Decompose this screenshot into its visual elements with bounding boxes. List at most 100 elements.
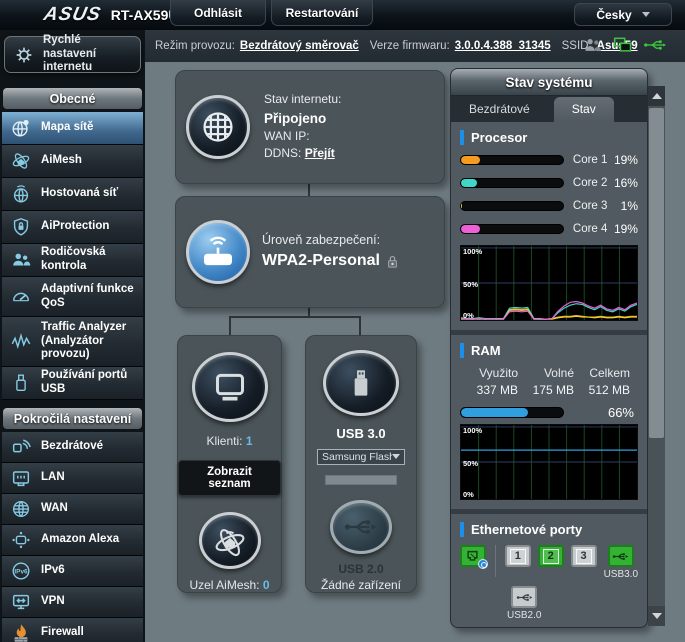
ethernet-ports-row-2: USB2.0 [507, 586, 638, 621]
lan-icon [8, 466, 34, 490]
aimesh-count-line: Uzel AiMesh: 0 [189, 578, 269, 592]
sidebar-item-parental-controls[interactable]: Rodičovská kontrola [2, 244, 143, 277]
router-admin-page: ASUS RT-AX59U Odhlásit Restartování Česk… [0, 0, 685, 642]
ram-total-value: 512 MB [578, 383, 634, 397]
core3-label: Core 3 [573, 200, 608, 213]
clients-icon[interactable] [583, 36, 603, 54]
core3-fill [461, 202, 462, 210]
ram-used-value: 337 MB [460, 383, 522, 397]
scrollbar-thumb[interactable] [649, 108, 664, 438]
sidebar-item-guest-network[interactable]: Hostovaná síť [2, 178, 143, 211]
usb-device-select[interactable]: Samsung Flash I [317, 449, 405, 465]
panel-scrollbar[interactable] [648, 86, 665, 626]
ddns-go-link[interactable]: Přejít [305, 146, 335, 160]
asus-logo: ASUS [42, 4, 103, 26]
ram-section: RAM Využito Volné Celkem 337 MB 175 MB 5… [451, 335, 647, 509]
lan-port-1-indicator: 1 [505, 545, 531, 567]
clients-count-line: Klienti: 1 [206, 434, 252, 448]
usb3-drive-icon[interactable] [323, 350, 399, 416]
internet-globe-badge-icon [478, 559, 488, 569]
vpn-icon [8, 590, 34, 614]
sidebar-item-label: Rodičovská kontrola [41, 246, 139, 274]
view-list-button[interactable]: Zobrazit seznam [178, 460, 281, 496]
clients-monitor-icon[interactable] [192, 352, 268, 422]
system-status-panel: Stav systému Bezdrátové Stav Procesor Co… [450, 68, 648, 628]
ethernet-title: Ethernetové porty [471, 522, 582, 537]
system-status-title: Stav systému [451, 69, 647, 96]
top-header: ASUS RT-AX59U Odhlásit Restartování Česk… [0, 0, 685, 30]
core2-label: Core 2 [573, 177, 608, 190]
aimesh-node-icon[interactable] [199, 512, 261, 569]
wired-client-icon[interactable] [613, 36, 633, 54]
reboot-button[interactable]: Restartování [271, 0, 373, 26]
cpu-graph-0-label: 0% [463, 311, 474, 320]
internet-status-value: Připojeno [264, 109, 341, 129]
sidebar-item-wireless[interactable]: Bezdrátové [2, 432, 143, 463]
cpu-section: Procesor Core 1 19% Core 2 16% [451, 122, 647, 330]
firmware-link[interactable]: 3.0.0.4.388_31345 [455, 40, 551, 52]
clients-label: Klienti: [206, 434, 242, 448]
sidebar-item-wan[interactable]: WAN [2, 494, 143, 525]
scroll-up-button[interactable] [648, 86, 665, 106]
usb2-port-icon[interactable] [330, 500, 392, 554]
sidebar-item-ipv6[interactable]: IPv6 IPv6 [2, 556, 143, 587]
security-value: WPA2-Personal [262, 249, 380, 273]
core2-pct: 16% [608, 176, 638, 190]
scroll-down-button[interactable] [648, 606, 665, 626]
aimesh-count: 0 [263, 578, 270, 592]
sidebar-item-traffic-analyzer[interactable]: Traffic Analyzer (Analyzátor provozu) [2, 317, 143, 367]
sidebar-item-firewall[interactable]: Firewall [2, 618, 143, 642]
tab-wireless[interactable]: Bezdrátové [459, 97, 540, 122]
ram-total-label: Celkem [578, 366, 634, 380]
internet-globe-icon[interactable] [186, 95, 250, 159]
internet-status-label: Stav internetu: [264, 91, 341, 108]
sidebar-item-label: Mapa sítě [41, 121, 93, 135]
network-map-icon [8, 116, 34, 140]
advanced-section-header: Pokročilá nastavení [3, 408, 142, 429]
firewall-flame-icon [8, 621, 34, 642]
logout-button[interactable]: Odhlásit [170, 0, 266, 26]
ddns-line: DDNS: Přejít [264, 145, 341, 162]
alexa-icon [8, 528, 34, 552]
sidebar-item-lan[interactable]: LAN [2, 463, 143, 494]
core4-pct: 19% [608, 222, 638, 236]
sidebar-item-amazon-alexa[interactable]: Amazon Alexa [2, 525, 143, 556]
mode-link[interactable]: Bezdrátový směrovač [240, 40, 359, 52]
router-icon[interactable] [186, 220, 250, 284]
aimesh-icon [8, 149, 34, 173]
sidebar-item-label: Adaptivní funkce QoS [41, 283, 139, 311]
core4-bar [460, 224, 564, 234]
chevron-down-icon [392, 454, 400, 459]
usb-device-icon[interactable] [643, 37, 667, 53]
brand: ASUS RT-AX59U [44, 4, 178, 26]
qos-gauge-icon [8, 285, 34, 309]
sidebar-item-aimesh[interactable]: AiMesh [2, 145, 143, 178]
core4-label: Core 4 [573, 223, 608, 236]
core-row: Core 3 1% [460, 199, 638, 213]
sidebar-item-vpn[interactable]: VPN [2, 587, 143, 618]
core2-fill [461, 179, 477, 187]
core1-fill [461, 156, 480, 164]
mode-label: Režim provozu: [155, 40, 235, 52]
ram-graph-0-label: 0% [463, 490, 474, 499]
sidebar-item-label: VPN [41, 595, 65, 609]
sidebar-item-usb-application[interactable]: Používání portů USB [2, 367, 143, 400]
sidebar-item-label: Traffic Analyzer (Analyzátor provozu) [41, 321, 139, 362]
quick-internet-setup-button[interactable]: Rychlé nastavení internetu [4, 36, 141, 73]
sidebar-item-network-map[interactable]: Mapa sítě [2, 112, 143, 145]
sidebar-item-label: AiProtection [41, 220, 109, 234]
cpu-graph-50-label: 50% [463, 280, 478, 289]
core1-pct: 19% [608, 153, 638, 167]
core4-fill [461, 225, 480, 233]
sidebar-item-qos[interactable]: Adaptivní funkce QoS [2, 277, 143, 317]
sidebar-item-aiprotection[interactable]: AiProtection [2, 211, 143, 244]
language-select[interactable]: Česky [574, 3, 672, 26]
wan-ip-line: WAN IP: [264, 128, 341, 145]
ipv6-icon: IPv6 [8, 559, 34, 583]
security-text: Úroveň zabezpečení: WPA2-Personal [262, 231, 399, 274]
tab-status[interactable]: Stav [554, 97, 614, 122]
general-section-header: Obecné [3, 88, 142, 109]
cpu-usage-graph: 100% 50% 0% [460, 245, 638, 321]
ram-graph-100-label: 100% [463, 426, 482, 435]
sidebar-item-label: Amazon Alexa [41, 533, 119, 547]
